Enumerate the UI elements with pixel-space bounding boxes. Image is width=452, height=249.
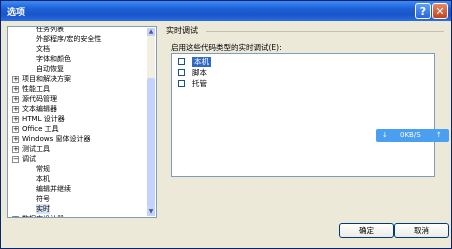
option-label: 托管	[192, 79, 207, 88]
tree-item-label: 符号	[36, 195, 50, 203]
cancel-button[interactable]: 取消	[394, 223, 449, 238]
download-arrow-icon: ↓	[382, 131, 388, 139]
code-type-list[interactable]: 本机 脚本 托管	[171, 53, 435, 177]
tree-item-label: 文本编辑器	[22, 105, 57, 113]
tree-item-label: 编辑并继续	[36, 185, 71, 193]
tree-item-label: 外部程序/宏的安全性	[36, 35, 102, 43]
option-label: 脚本	[192, 68, 207, 77]
expand-icon[interactable]: +	[12, 126, 19, 133]
expand-icon[interactable]: +	[12, 96, 19, 103]
scroll-down-icon[interactable]: ▼	[147, 208, 155, 216]
network-speed-widget[interactable]: ↓ 0KB/S ↑	[376, 129, 449, 142]
scroll-up-icon[interactable]: ▲	[147, 28, 155, 36]
tree-item-label: 常规	[36, 165, 50, 173]
section-divider	[206, 31, 444, 32]
tree-item-label: Office 工具	[22, 125, 59, 133]
help-icon[interactable]: ?	[415, 3, 431, 19]
network-speed-value: 0KB/S	[400, 131, 421, 139]
scroll-thumb[interactable]	[147, 78, 155, 208]
tree-item-label: 本机	[36, 175, 50, 183]
tree-item-label: 数据库设计器	[22, 214, 64, 217]
title-bar: 选项 ? ✕	[1, 1, 451, 21]
close-icon[interactable]: ✕	[432, 3, 448, 19]
tree-item-label: 源代码管理	[22, 95, 57, 103]
window-title: 选项	[7, 8, 26, 18]
tree-item-label: HTML 设计器	[22, 115, 65, 123]
tree-item-label: 测试工具	[22, 145, 50, 153]
tree-item-label: 字体和颜色	[36, 55, 71, 63]
tree-item-label: 任务列表	[36, 26, 64, 33]
checkbox[interactable]	[178, 69, 185, 76]
tree-scrollbar[interactable]: ▲ ▼	[147, 28, 155, 216]
tree-item-label: 自动恢复	[36, 65, 64, 73]
tree-item-label: 调试	[22, 155, 36, 163]
checkbox[interactable]	[178, 80, 185, 87]
tree-item-label: 性能工具	[22, 85, 50, 93]
tree-item-label: 项目和解决方案	[22, 75, 71, 83]
tree-item-label: 实时	[36, 204, 50, 214]
expand-icon[interactable]: +	[12, 146, 19, 153]
expand-icon[interactable]: +	[12, 86, 19, 93]
expand-icon[interactable]: +	[12, 106, 19, 113]
section-title: 实时调试	[166, 26, 198, 35]
checkbox[interactable]	[178, 58, 185, 65]
tree-item-label: Windows 窗体设计器	[22, 135, 91, 143]
list-label: 启用这些代码类型的实时调试(E):	[171, 43, 282, 52]
options-tree[interactable]: +数据库设计器实时符号编辑并继续本机常规−调试+测试工具+Windows 窗体设…	[7, 26, 157, 218]
collapse-icon[interactable]: −	[12, 156, 19, 163]
upload-arrow-icon: ↑	[436, 131, 442, 139]
ok-button[interactable]: 确定	[339, 223, 394, 238]
option-label: 本机	[192, 57, 211, 67]
expand-icon[interactable]: +	[12, 76, 19, 83]
expand-icon[interactable]: +	[12, 216, 19, 217]
options-dialog: 选项 ? ✕ +数据库设计器实时符号编辑并继续本机常规−调试+测试工具+Wind…	[0, 0, 452, 249]
tree-item-label: 文档	[36, 45, 50, 53]
expand-icon[interactable]: +	[12, 136, 19, 143]
expand-icon[interactable]: +	[12, 116, 19, 123]
